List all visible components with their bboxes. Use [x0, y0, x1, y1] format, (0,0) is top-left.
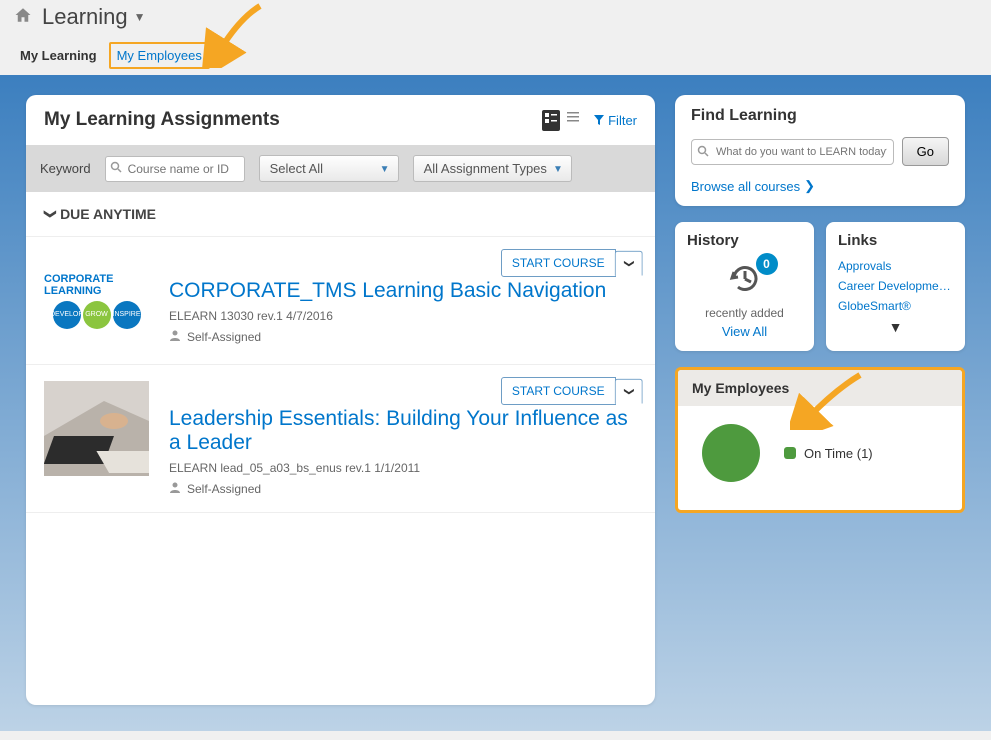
assignment-item: CORPORATE LEARNING DEVELOPGROWINSPIRE CO…: [26, 237, 655, 365]
find-learning-title: Find Learning: [691, 107, 949, 125]
link-item[interactable]: GlobeSmart®: [838, 299, 953, 313]
select-all-label: Select All: [270, 161, 323, 176]
assignment-thumbnail: CORPORATE LEARNING DEVELOPGROWINSPIRE: [44, 253, 149, 348]
home-icon[interactable]: [14, 6, 32, 29]
keyword-input[interactable]: [105, 156, 245, 182]
person-icon: [169, 329, 181, 344]
assignment-meta: ELEARN 13030 rev.1 4/7/2016: [169, 309, 637, 323]
caret-down-icon: ▼: [134, 10, 146, 24]
chevron-down-icon: ❮: [42, 209, 56, 219]
browse-all-courses-link[interactable]: Browse all courses ❯: [691, 178, 949, 194]
history-clock-icon: 0: [726, 259, 764, 302]
assignment-assigned: Self-Assigned: [187, 482, 261, 496]
due-anytime-label: DUE ANYTIME: [60, 206, 156, 222]
links-panel: Links Approvals Career Developmen... Glo…: [826, 222, 965, 351]
tab-my-learning[interactable]: My Learning: [20, 48, 97, 69]
caret-down-icon: ▼: [553, 164, 563, 175]
funnel-icon: [594, 115, 604, 125]
search-icon: [697, 145, 709, 160]
assignment-item: Leadership Essentials: Building Your Inf…: [26, 365, 655, 513]
corporate-learning-logo: CORPORATE LEARNING: [44, 273, 149, 297]
go-button[interactable]: Go: [902, 137, 949, 166]
link-item[interactable]: Approvals: [838, 259, 953, 273]
assignment-assigned: Self-Assigned: [187, 330, 261, 344]
my-employees-panel: My Employees On Time (1): [675, 367, 965, 513]
assignment-types-dropdown[interactable]: All Assignment Types ▼: [413, 155, 572, 182]
corporate-circles-icon: DEVELOPGROWINSPIRE: [53, 301, 141, 329]
tab-my-employees[interactable]: My Employees: [109, 42, 210, 69]
browse-label: Browse all courses: [691, 179, 800, 194]
filter-link[interactable]: Filter: [594, 113, 637, 128]
history-panel: History 0 recently added View All: [675, 222, 814, 351]
module-title: Learning: [42, 4, 128, 30]
view-card-icon[interactable]: [542, 110, 560, 131]
keyword-label: Keyword: [40, 161, 91, 176]
employees-pie-chart: [702, 424, 760, 482]
assignment-meta: ELEARN lead_05_a03_bs_enus rev.1 1/1/201…: [169, 461, 637, 475]
chevron-right-icon: ❯: [804, 178, 815, 194]
my-employees-title: My Employees: [678, 370, 962, 406]
legend-on-time[interactable]: On Time (1): [784, 446, 873, 461]
start-course-button[interactable]: START COURSE: [501, 377, 616, 405]
find-learning-panel: Find Learning Go Browse all courses ❯: [675, 95, 965, 206]
start-course-dropdown[interactable]: ❮: [614, 378, 642, 403]
assignments-panel: My Learning Assignments Fil: [26, 95, 655, 705]
link-item[interactable]: Career Developmen...: [838, 279, 953, 293]
select-all-dropdown[interactable]: Select All ▼: [259, 155, 399, 182]
links-more-icon[interactable]: ▼: [838, 319, 953, 335]
assignment-thumbnail: [44, 381, 149, 476]
caret-down-icon: ▼: [380, 164, 390, 175]
history-title: History: [675, 222, 814, 259]
due-anytime-section[interactable]: ❮ DUE ANYTIME: [26, 192, 655, 237]
start-course-button[interactable]: START COURSE: [501, 249, 616, 277]
search-icon: [110, 161, 122, 176]
start-course-dropdown[interactable]: ❮: [614, 250, 642, 275]
legend-label: On Time (1): [804, 446, 873, 461]
history-text: recently added: [705, 306, 784, 320]
view-all-link[interactable]: View All: [722, 324, 767, 339]
assignments-title: My Learning Assignments: [44, 109, 280, 131]
history-badge: 0: [756, 253, 778, 275]
view-list-icon[interactable]: [566, 110, 580, 131]
assignment-title-link[interactable]: CORPORATE_TMS Learning Basic Navigation: [169, 279, 637, 303]
assignments-search-bar: Keyword Select All ▼ All Assignment Type…: [26, 145, 655, 192]
person-icon: [169, 481, 181, 496]
assignment-title-link[interactable]: Leadership Essentials: Building Your Inf…: [169, 407, 637, 455]
find-learning-input[interactable]: [691, 139, 894, 165]
filter-label: Filter: [608, 113, 637, 128]
assignment-types-label: All Assignment Types: [424, 161, 547, 176]
links-title: Links: [826, 222, 965, 259]
module-dropdown[interactable]: Learning ▼: [42, 4, 146, 30]
legend-color-swatch: [784, 447, 796, 459]
